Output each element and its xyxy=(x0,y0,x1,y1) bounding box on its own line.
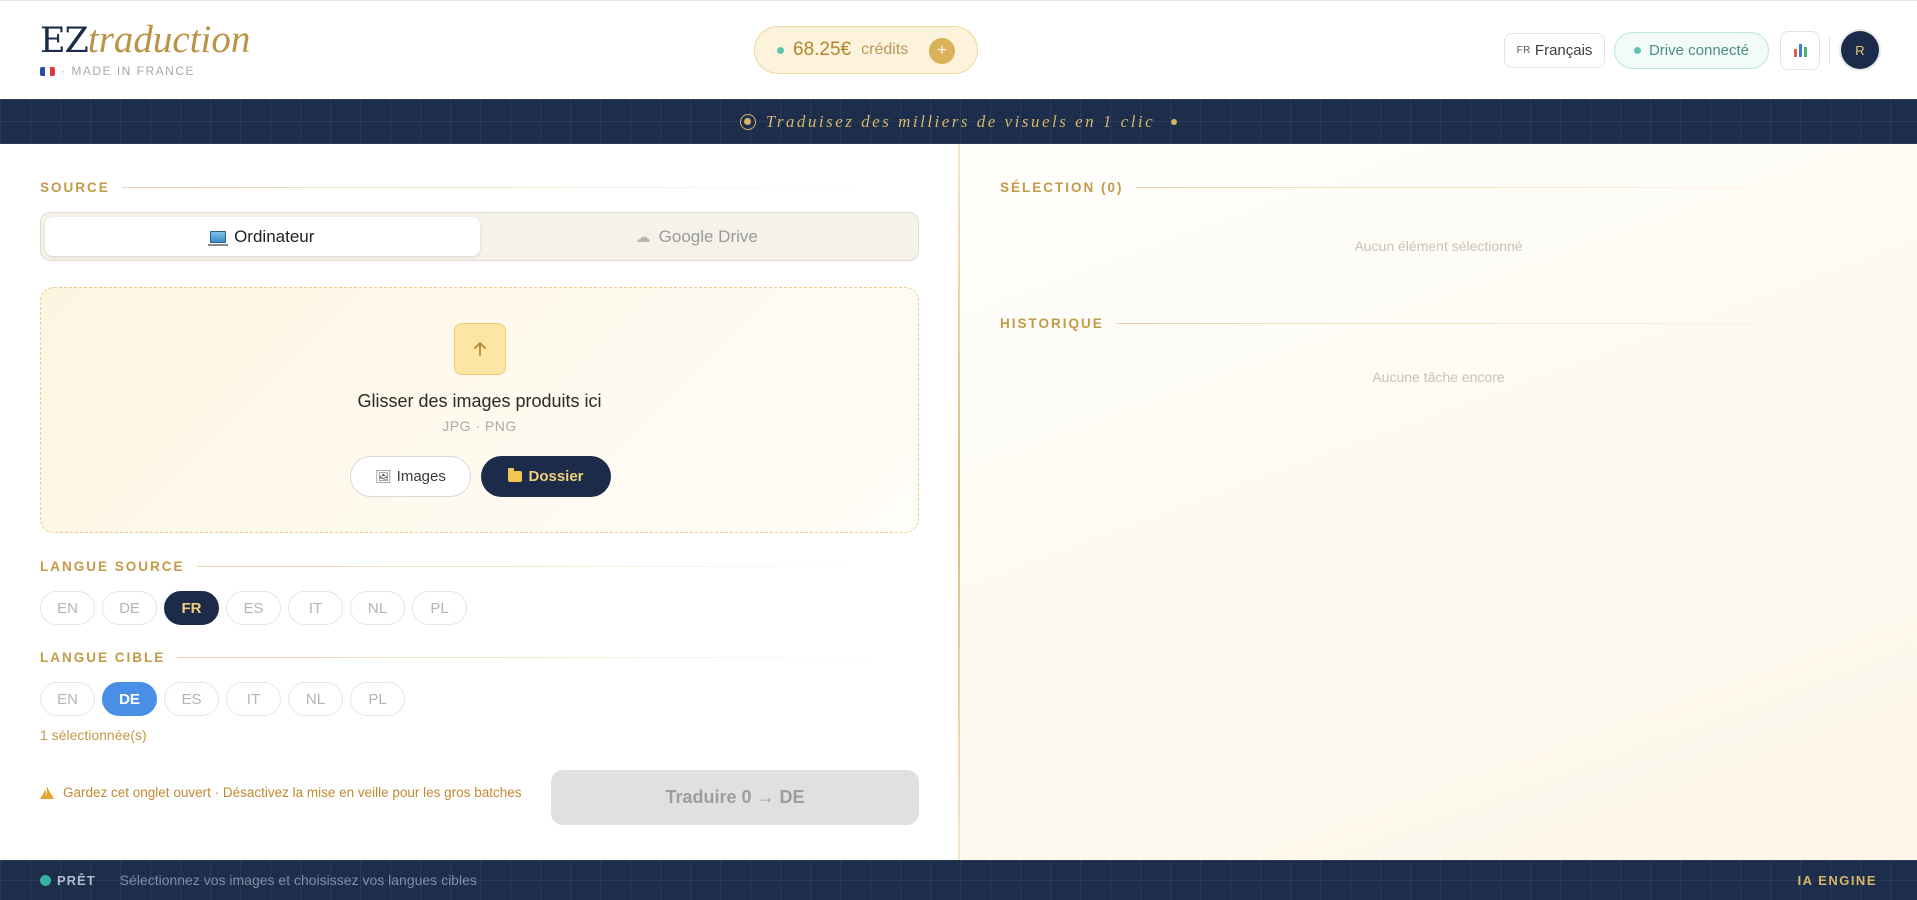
warning-icon xyxy=(40,786,54,799)
language-code: FR xyxy=(1516,45,1531,56)
target-lang-chip-es[interactable]: ES xyxy=(164,682,219,716)
language-selector[interactable]: FR Français xyxy=(1504,33,1605,68)
target-lang-chip-pl[interactable]: PL xyxy=(350,682,405,716)
selection-section-title: SÉLECTION (0) xyxy=(1000,180,1871,195)
drive-connected-button[interactable]: Drive connecté xyxy=(1614,32,1769,69)
user-avatar[interactable]: R xyxy=(1841,31,1879,69)
status-bar: PRÊT Sélectionnez vos images et choisiss… xyxy=(0,860,1917,900)
credits-label: crédits xyxy=(861,41,909,58)
dropzone-title: Glisser des images produits ici xyxy=(357,391,602,411)
language-label: Français xyxy=(1534,42,1593,59)
source-language-title: LANGUE SOURCE xyxy=(40,559,877,574)
history-empty-text: Aucune tâche encore xyxy=(1372,369,1505,385)
source-lang-chip-de[interactable]: DE xyxy=(102,591,157,625)
upload-arrow-icon xyxy=(454,323,506,375)
promo-banner: Traduisez des milliers de visuels en 1 c… xyxy=(0,99,1917,144)
target-lang-chip-en[interactable]: EN xyxy=(40,682,95,716)
france-flag-icon xyxy=(40,66,55,76)
target-lang-chip-nl[interactable]: NL xyxy=(288,682,343,716)
stats-button[interactable] xyxy=(1780,31,1820,70)
source-lang-chip-fr[interactable]: FR xyxy=(164,591,219,625)
source-lang-chip-it[interactable]: IT xyxy=(288,591,343,625)
source-lang-chip-en[interactable]: EN xyxy=(40,591,95,625)
target-selected-count: 1 sélectionnée(s) xyxy=(40,727,147,743)
target-lang-chip-de[interactable]: DE xyxy=(102,682,157,716)
cloud-icon: ☁ xyxy=(635,228,651,246)
selection-empty-text: Aucun élément sélectionné xyxy=(1354,238,1523,254)
source-lang-chip-es[interactable]: ES xyxy=(226,591,281,625)
select-folder-button[interactable]: Dossier xyxy=(481,456,611,497)
credits-status-dot xyxy=(777,46,784,54)
credits-badge[interactable]: 68.25€ crédits + xyxy=(754,26,978,74)
status-dot xyxy=(40,874,51,886)
credits-amount: 68.25€ xyxy=(793,39,852,60)
app-header: EZtraduction · MADE IN FRANCE 68.25€ cré… xyxy=(0,0,1917,99)
source-lang-chip-nl[interactable]: NL xyxy=(350,591,405,625)
logo-wordmark: EZtraduction xyxy=(40,18,251,62)
folder-icon xyxy=(508,468,523,482)
drive-status-dot xyxy=(1633,47,1641,54)
target-icon xyxy=(739,113,756,130)
keep-tab-open-warning: Gardez cet onglet ouvert · Désactivez la… xyxy=(40,785,521,800)
laptop-icon xyxy=(208,230,229,246)
logo-tagline: · MADE IN FRANCE xyxy=(40,64,250,78)
target-language-title: LANGUE CIBLE xyxy=(40,650,898,665)
status-label: PRÊT xyxy=(57,872,96,888)
source-language-chips: EN DE FR ES IT NL PL xyxy=(40,591,467,625)
target-language-chips: EN DE ES IT NL PL xyxy=(40,682,405,716)
translate-button[interactable]: Traduire 0 → DE xyxy=(551,770,919,825)
engine-label: IA ENGINE xyxy=(1797,872,1877,888)
picture-icon: 🖼 xyxy=(375,468,392,484)
right-panel: SÉLECTION (0) Aucun élément sélectionné … xyxy=(960,144,1917,860)
banner-text: Traduisez des milliers de visuels en 1 c… xyxy=(765,111,1156,131)
target-lang-chip-it[interactable]: IT xyxy=(226,682,281,716)
image-dropzone[interactable]: Glisser des images produits ici JPG · PN… xyxy=(40,287,919,533)
select-images-button[interactable]: 🖼 Images xyxy=(350,456,471,497)
tab-google-drive[interactable]: ☁ Google Drive xyxy=(480,217,915,256)
banner-dot xyxy=(1171,118,1178,125)
source-section-title: SOURCE xyxy=(40,180,882,195)
header-separator xyxy=(1829,37,1830,64)
dropzone-formats: JPG · PNG xyxy=(442,418,517,434)
source-tabs: Ordinateur ☁ Google Drive xyxy=(40,212,919,261)
source-lang-chip-pl[interactable]: PL xyxy=(412,591,467,625)
logo[interactable]: EZtraduction · MADE IN FRANCE xyxy=(40,19,250,78)
history-section-title: HISTORIQUE xyxy=(1000,316,1896,331)
drive-label: Drive connecté xyxy=(1648,42,1750,59)
tab-computer[interactable]: Ordinateur xyxy=(45,217,480,256)
status-message: Sélectionnez vos images et choisissez vo… xyxy=(119,872,477,888)
bar-chart-icon xyxy=(1793,49,1797,57)
add-credits-button[interactable]: + xyxy=(929,38,955,64)
